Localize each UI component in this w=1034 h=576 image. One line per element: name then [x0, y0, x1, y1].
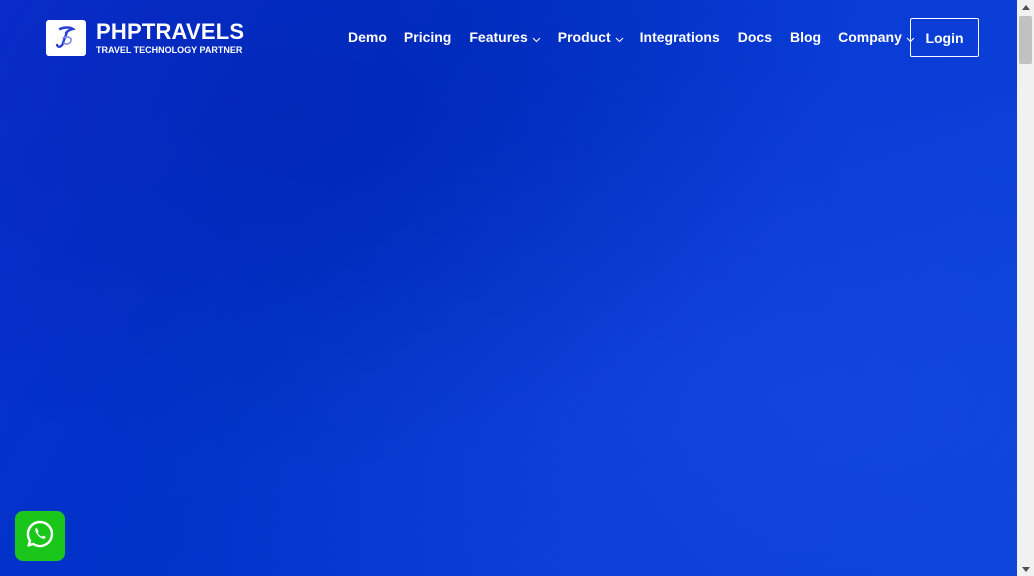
nav-item-label: Company	[838, 29, 902, 45]
whatsapp-icon	[25, 519, 55, 554]
scroll-up-arrow-icon[interactable]	[1017, 0, 1034, 14]
site-header: PHPTRAVELS TRAVEL TECHNOLOGY PARTNER Dem…	[0, 0, 1017, 76]
scrollbar-thumb[interactable]	[1019, 16, 1032, 64]
main-nav: Demo Pricing Features Product Integratio…	[348, 27, 915, 47]
nav-item-integrations[interactable]: Integrations	[640, 28, 720, 46]
nav-item-label: Integrations	[639, 29, 720, 45]
brand-tagline: TRAVEL TECHNOLOGY PARTNER	[96, 44, 243, 55]
brand-logo-link[interactable]: PHPTRAVELS TRAVEL TECHNOLOGY PARTNER	[46, 20, 244, 56]
nav-item-label: Product	[557, 29, 611, 45]
nav-item-blog[interactable]: Blog	[790, 28, 821, 46]
hero-background: PHPTRAVELS TRAVEL TECHNOLOGY PARTNER Dem…	[0, 0, 1017, 576]
nav-item-demo[interactable]: Demo	[348, 28, 387, 46]
chevron-down-icon	[615, 29, 624, 47]
brand-text: PHPTRAVELS TRAVEL TECHNOLOGY PARTNER	[96, 18, 245, 56]
scroll-down-arrow-icon[interactable]	[1017, 562, 1034, 576]
nav-item-product[interactable]: Product	[558, 27, 624, 47]
brand-name: PHPTRAVELS	[96, 18, 245, 44]
chevron-down-icon	[532, 29, 541, 47]
nav-item-features[interactable]: Features	[469, 27, 541, 47]
nav-item-label: Blog	[789, 29, 822, 45]
nav-item-label: Features	[469, 29, 528, 45]
nav-item-docs[interactable]: Docs	[738, 28, 772, 46]
phptravels-logo-icon	[46, 20, 86, 56]
vertical-scrollbar[interactable]	[1017, 0, 1034, 576]
whatsapp-chat-button[interactable]	[15, 511, 65, 561]
nav-item-label: Docs	[737, 29, 772, 45]
login-button[interactable]: Login	[910, 18, 979, 57]
nav-item-label: Demo	[348, 29, 387, 45]
nav-item-pricing[interactable]: Pricing	[404, 28, 451, 46]
nav-item-company[interactable]: Company	[838, 27, 915, 47]
nav-item-label: Pricing	[403, 29, 452, 45]
